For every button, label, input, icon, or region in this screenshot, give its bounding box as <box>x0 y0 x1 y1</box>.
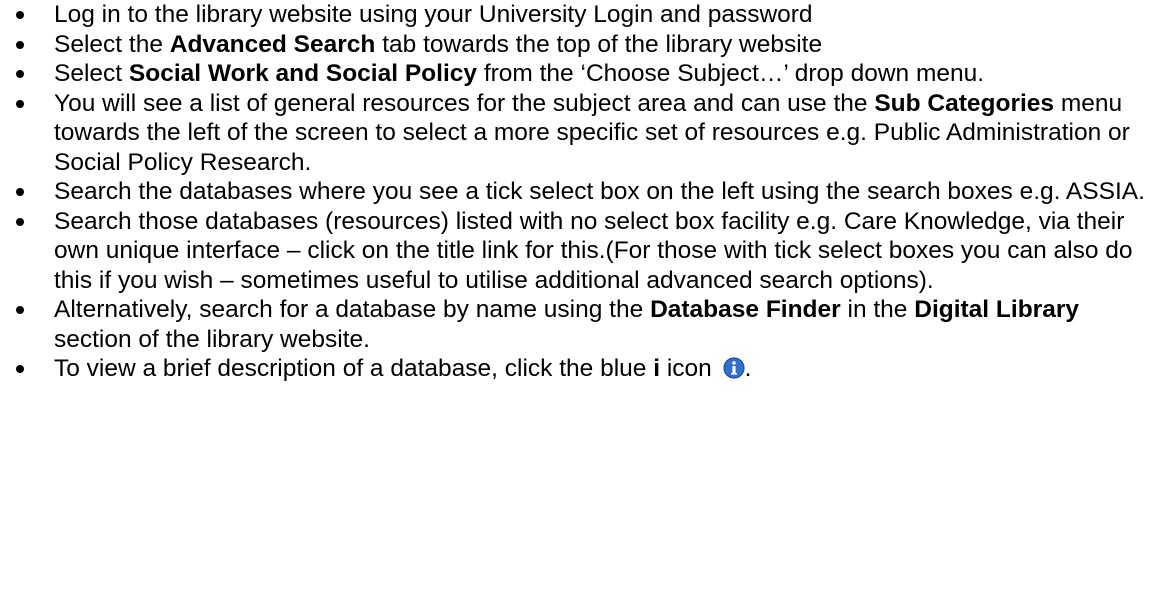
bold-term: Social Work and Social Policy <box>128 60 478 87</box>
bullet-icon <box>16 217 24 226</box>
info-icon <box>723 357 745 379</box>
instruction-text: Search the databases where you see a tic… <box>54 178 1145 205</box>
instruction-text: icon <box>660 355 719 382</box>
instruction-text: Search those databases (resources) liste… <box>54 207 1133 294</box>
instruction-text: To view a brief description of a databas… <box>54 355 654 382</box>
bold-term: Digital Library <box>914 296 1079 323</box>
instruction-text: Log in to the library website using your… <box>54 1 813 28</box>
instruction-item: Log in to the library website using your… <box>0 0 1167 30</box>
bullet-icon <box>16 70 24 78</box>
bold-term: Advanced Search <box>169 30 376 58</box>
instruction-item: You will see a list of general resources… <box>0 89 1167 178</box>
instruction-text: in the <box>840 296 915 323</box>
bold-term: Database Finder <box>650 296 841 323</box>
instruction-text: Select <box>54 60 129 87</box>
instruction-item: To view a brief description of a databas… <box>0 354 1167 384</box>
instruction-text: . <box>744 355 752 382</box>
bullet-icon <box>16 188 24 196</box>
instruction-item: Select the Advanced Search tab towards t… <box>0 30 1167 60</box>
instruction-text: tab towards the top of the library websi… <box>375 30 823 58</box>
bullet-icon <box>16 306 24 314</box>
instruction-text: from the ‘Choose Subject…’ drop down men… <box>477 60 985 87</box>
bullet-icon <box>16 365 24 373</box>
instruction-item: Alternatively, search for a database by … <box>0 295 1167 354</box>
instruction-text: You will see a list of general resources… <box>54 89 875 117</box>
instruction-item: Select Social Work and Social Policy fro… <box>0 59 1167 89</box>
instruction-item: Search the databases where you see a tic… <box>0 177 1167 207</box>
instruction-list: Log in to the library website using your… <box>0 0 1167 384</box>
instruction-text: Alternatively, search for a database by … <box>54 296 651 323</box>
bold-term: Sub Categories <box>874 89 1055 117</box>
bullet-icon <box>16 99 24 108</box>
instruction-item: Search those databases (resources) liste… <box>0 207 1167 296</box>
bullet-icon <box>16 40 24 49</box>
instruction-text: section of the library website. <box>54 325 370 353</box>
bullet-icon <box>16 11 24 19</box>
instruction-text: Select the <box>54 30 170 58</box>
instructions-page: Log in to the library website using your… <box>0 0 1167 604</box>
